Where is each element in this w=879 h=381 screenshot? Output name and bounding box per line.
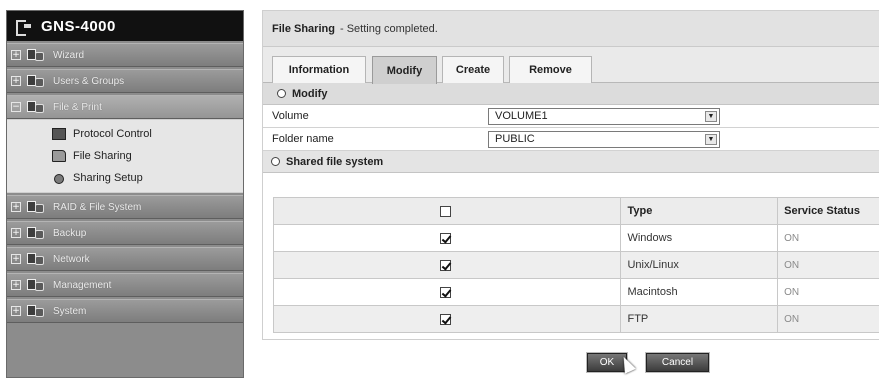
network-icon [25,250,47,268]
table-header-row: Type Service Status [272,197,879,225]
expand-icon[interactable]: + [11,280,21,290]
tab-bar: Information Modify Create Remove [263,47,879,84]
main-panel: File Sharing - Setting completed. Inform… [262,10,879,340]
sidebar-subitem-label: Protocol Control [73,128,152,140]
chevron-down-icon[interactable]: ▼ [705,110,717,122]
tab-create[interactable]: Create [442,56,504,83]
section-title: Modify [292,87,328,100]
sidebar-item-system[interactable]: + System [7,299,243,323]
sidebar-item-management[interactable]: + Management [7,273,243,297]
status-cell: ON [777,224,879,252]
tab-modify[interactable]: Modify [372,56,437,84]
sidebar-subitem-file-sharing[interactable]: File Sharing [7,145,243,167]
sidebar-item-label: Management [53,279,112,291]
sidebar-item-label: Backup [53,227,87,239]
cancel-button[interactable]: Cancel [646,353,709,372]
shared-fs-table: Type Service Status Windows ON Unix/Linu… [272,197,879,333]
row-checkbox[interactable] [440,232,451,244]
collapse-icon[interactable]: − [11,102,21,112]
select-all-checkbox[interactable] [440,205,451,217]
management-icon [25,276,47,294]
sidebar-subitem-sharing-setup[interactable]: Sharing Setup [7,167,243,189]
service-status-header: Service Status [777,197,879,225]
section-radio-icon [277,89,286,98]
folder-name-value: PUBLIC [495,133,535,145]
type-header: Type [620,197,779,225]
sidebar-item-label: System [53,305,87,317]
folder-name-select[interactable]: PUBLIC ▼ [488,130,720,148]
status-cell: ON [777,305,879,333]
checkbox-cell [272,224,622,252]
volume-label: Volume [272,110,309,122]
system-icon [25,302,47,320]
shared-fs-section-header: Shared file system [263,151,879,173]
sidebar-subitem-label: File Sharing [73,150,132,162]
file-print-icon [25,98,47,116]
section-radio-icon [271,157,280,166]
row-checkbox[interactable] [440,286,451,298]
protocol-control-icon [51,127,67,141]
folder-row: Folder name PUBLIC ▼ [263,128,879,151]
type-cell: Windows [620,224,779,252]
status-cell: ON [777,278,879,306]
table-row: Macintosh ON [272,278,879,306]
sidebar-item-label: Wizard [53,49,85,61]
volume-row: Volume VOLUME1 ▼ [263,105,879,128]
checkbox-cell [272,278,622,306]
volume-select[interactable]: VOLUME1 ▼ [488,107,720,125]
sidebar-item-backup[interactable]: + Backup [7,221,243,245]
status-cell: ON [777,251,879,279]
row-checkbox[interactable] [440,313,451,325]
file-sharing-icon [51,149,67,163]
expand-icon[interactable]: + [11,202,21,212]
row-checkbox[interactable] [440,259,451,271]
sidebar-subitem-label: Sharing Setup [73,172,143,184]
tab-remove[interactable]: Remove [509,56,592,83]
users-groups-icon [25,72,47,90]
expand-icon[interactable]: + [11,228,21,238]
file-print-subitems: Protocol Control File Sharing Sharing Se… [7,119,243,193]
sharing-setup-icon [51,171,67,185]
sidebar-subitem-protocol-control[interactable]: Protocol Control [7,123,243,145]
modify-section-header: Modify [263,83,879,105]
page-header: File Sharing - Setting completed. [263,11,879,47]
page-title: File Sharing [272,22,335,35]
section-title: Shared file system [286,155,384,168]
status-message: - Setting completed. [339,22,438,35]
raid-icon [25,198,47,216]
expand-icon[interactable]: + [11,76,21,86]
table-row: Unix/Linux ON [272,251,879,279]
checkbox-cell [272,251,622,279]
brand-logo-icon [15,18,33,36]
sidebar-item-wizard[interactable]: + Wizard [7,43,243,67]
expand-icon[interactable]: + [11,306,21,316]
brand-header: GNS-4000 [7,11,243,41]
type-cell: Macintosh [620,278,779,306]
sidebar-item-network[interactable]: + Network [7,247,243,271]
folder-name-label: Folder name [272,133,334,145]
expand-icon[interactable]: + [11,50,21,60]
select-all-header [272,197,622,225]
backup-icon [25,224,47,242]
expand-icon[interactable]: + [11,254,21,264]
type-cell: FTP [620,305,779,333]
volume-value: VOLUME1 [495,110,548,122]
tab-information[interactable]: Information [272,56,366,83]
sidebar-item-label: RAID & File System [53,201,142,213]
chevron-down-icon[interactable]: ▼ [705,133,717,145]
checkbox-cell [272,305,622,333]
sidebar-item-raid[interactable]: + RAID & File System [7,195,243,219]
sidebar: GNS-4000 + Wizard + Users & Groups − Fil… [6,10,244,378]
type-cell: Unix/Linux [620,251,779,279]
table-row: FTP ON [272,305,879,333]
wizard-icon [25,46,47,64]
sidebar-item-label: File & Print [53,101,102,113]
sidebar-item-label: Users & Groups [53,75,125,87]
sidebar-item-file-print[interactable]: − File & Print [7,95,243,119]
sidebar-item-label: Network [53,253,90,265]
brand-title: GNS-4000 [41,17,116,35]
table-row: Windows ON [272,224,879,252]
sidebar-item-users-groups[interactable]: + Users & Groups [7,69,243,93]
